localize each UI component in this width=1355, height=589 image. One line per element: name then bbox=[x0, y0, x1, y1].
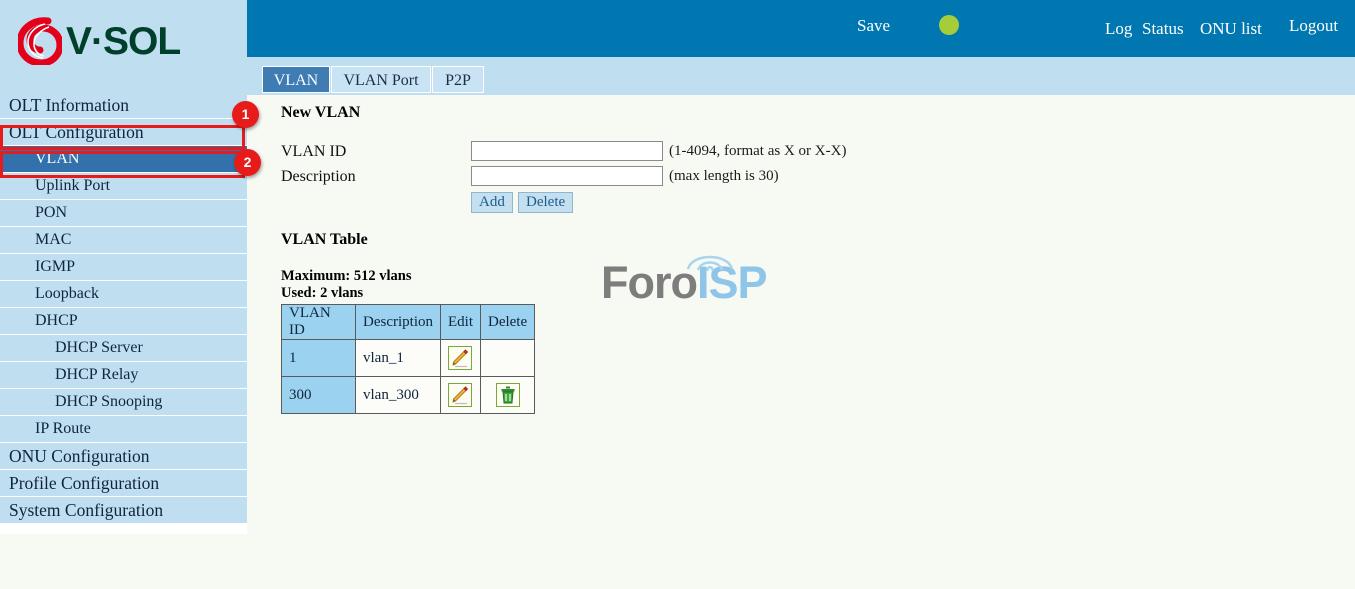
cell-vlan-id: 300 bbox=[281, 376, 356, 414]
sidebar-item-pon[interactable]: PON bbox=[0, 200, 247, 226]
cell-edit-action bbox=[439, 376, 481, 414]
new-vlan-section-title: New VLAN bbox=[281, 104, 361, 121]
vlan-table: VLAN ID Description Edit Delete 1 vlan_1 bbox=[281, 304, 536, 414]
sidebar-item-vlan[interactable]: VLAN bbox=[0, 146, 247, 172]
logout-link[interactable]: Logout bbox=[1289, 16, 1338, 36]
table-row: 1 vlan_1 bbox=[281, 339, 536, 377]
trash-delete-icon[interactable] bbox=[495, 383, 520, 407]
sidebar-item-mac[interactable]: MAC bbox=[0, 227, 247, 253]
vlan-table-section-title: VLAN Table bbox=[281, 231, 368, 248]
cell-edit-action bbox=[439, 339, 481, 377]
tab-vlan[interactable]: VLAN bbox=[262, 66, 330, 93]
status-link[interactable]: Status bbox=[1142, 19, 1184, 39]
sidebar-item-loopback[interactable]: Loopback bbox=[0, 281, 247, 307]
onu-list-link[interactable]: ONU list bbox=[1200, 19, 1262, 39]
vsol-swirl-logo-icon bbox=[18, 17, 62, 65]
vlan-id-hint: (1-4094, format as X or X-X) bbox=[669, 143, 847, 159]
tab-strip: VLAN VLAN Port P2P bbox=[247, 57, 1355, 95]
vlan-id-label: VLAN ID bbox=[281, 143, 347, 160]
status-indicator-dot bbox=[939, 15, 959, 35]
sidebar-item-uplink-port[interactable]: Uplink Port bbox=[0, 173, 247, 199]
cell-description: vlan_1 bbox=[355, 339, 441, 377]
save-button[interactable]: Save bbox=[857, 16, 890, 36]
log-link[interactable]: Log bbox=[1105, 19, 1132, 39]
sidebar-item-olt-configuration[interactable]: OLT Configuration bbox=[0, 119, 247, 145]
description-hint: (max length is 30) bbox=[669, 168, 779, 184]
watermark-text-foro: Foro bbox=[601, 257, 698, 308]
sidebar-item-olt-information[interactable]: OLT Information bbox=[0, 92, 247, 118]
tab-p2p[interactable]: P2P bbox=[432, 66, 484, 93]
sidebar-navigation: OLT Information OLT Configuration VLAN U… bbox=[0, 92, 247, 534]
wifi-antenna-icon bbox=[686, 255, 734, 272]
tab-vlan-port[interactable]: VLAN Port bbox=[331, 66, 431, 93]
logo-panel: V·SOL bbox=[0, 0, 247, 92]
watermark-text: ForoISP bbox=[601, 257, 768, 308]
main-content-area: New VLAN VLAN ID (1-4094, format as X or… bbox=[247, 95, 1355, 589]
pencil-edit-icon[interactable] bbox=[448, 383, 473, 407]
column-header-vlan-id: VLAN ID bbox=[281, 304, 356, 340]
cell-delete-action bbox=[479, 339, 536, 377]
sidebar-item-dhcp-relay[interactable]: DHCP Relay bbox=[0, 362, 247, 388]
vlan-used-count: Used: 2 vlans bbox=[281, 285, 364, 301]
cell-description: vlan_300 bbox=[355, 376, 441, 414]
column-header-description: Description bbox=[355, 304, 441, 340]
sidebar-item-dhcp[interactable]: DHCP bbox=[0, 308, 247, 334]
sidebar-item-onu-configuration[interactable]: ONU Configuration bbox=[0, 443, 247, 469]
cell-delete-action bbox=[479, 376, 536, 414]
sidebar-item-ip-route[interactable]: IP Route bbox=[0, 416, 247, 442]
table-row: 300 vlan_300 bbox=[281, 376, 536, 414]
sidebar-item-profile-configuration[interactable]: Profile Configuration bbox=[0, 470, 247, 496]
pencil-edit-icon[interactable] bbox=[448, 346, 473, 370]
sidebar-item-dhcp-snooping[interactable]: DHCP Snooping bbox=[0, 389, 247, 415]
top-navigation-bar: Save Log Status ONU list Logout bbox=[247, 0, 1355, 57]
vlan-maximum-count: Maximum: 512 vlans bbox=[281, 268, 412, 284]
brand-logo: V·SOL bbox=[18, 17, 181, 65]
cell-vlan-id: 1 bbox=[281, 339, 356, 377]
description-input[interactable] bbox=[471, 166, 663, 186]
vlan-id-input[interactable] bbox=[471, 141, 663, 161]
foroisp-watermark: ForoISP bbox=[601, 255, 768, 308]
description-label: Description bbox=[281, 168, 356, 185]
column-header-edit: Edit bbox=[439, 304, 481, 340]
add-button[interactable]: Add bbox=[471, 192, 513, 213]
brand-logo-text: V·SOL bbox=[66, 19, 181, 63]
watermark-text-isp: ISP bbox=[696, 257, 768, 308]
sidebar-item-system-configuration[interactable]: System Configuration bbox=[0, 497, 247, 523]
table-header-row: VLAN ID Description Edit Delete bbox=[281, 304, 536, 340]
delete-button[interactable]: Delete bbox=[518, 192, 574, 213]
sidebar-item-dhcp-server[interactable]: DHCP Server bbox=[0, 335, 247, 361]
column-header-delete: Delete bbox=[479, 304, 536, 340]
sidebar-item-igmp[interactable]: IGMP bbox=[0, 254, 247, 280]
